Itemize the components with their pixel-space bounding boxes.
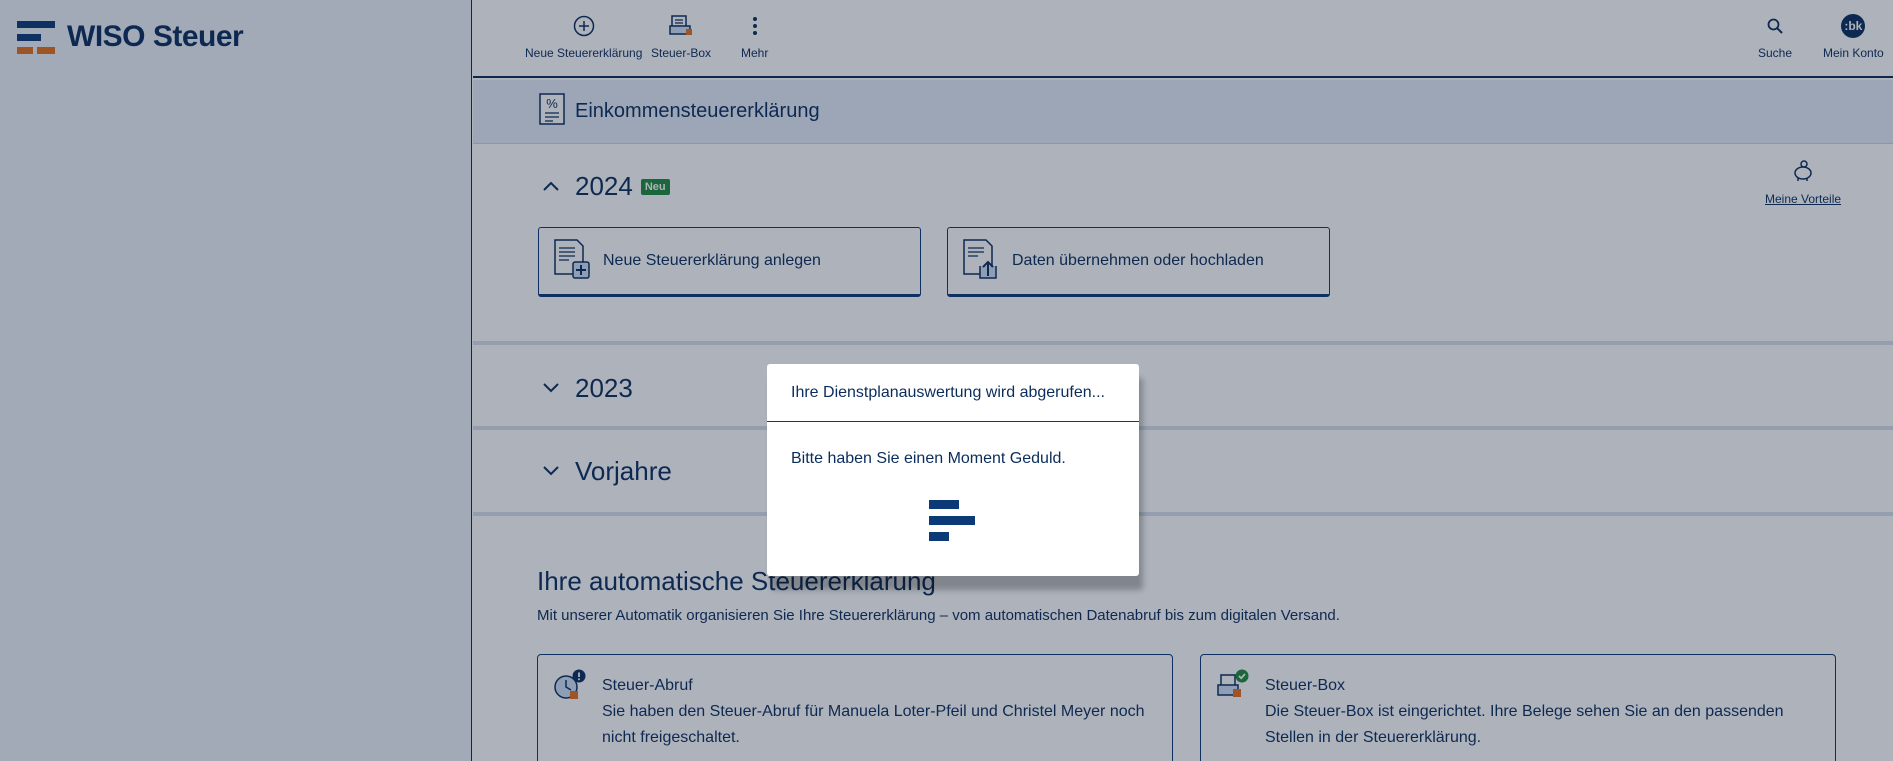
- loading-dialog: Ihre Dienstplanauswertung wird abgerufen…: [767, 364, 1139, 576]
- dialog-title: Ihre Dienstplanauswertung wird abgerufen…: [767, 364, 1139, 422]
- loading-spinner-icon: [929, 500, 977, 544]
- dialog-message: Bitte haben Sie einen Moment Geduld.: [791, 450, 1066, 467]
